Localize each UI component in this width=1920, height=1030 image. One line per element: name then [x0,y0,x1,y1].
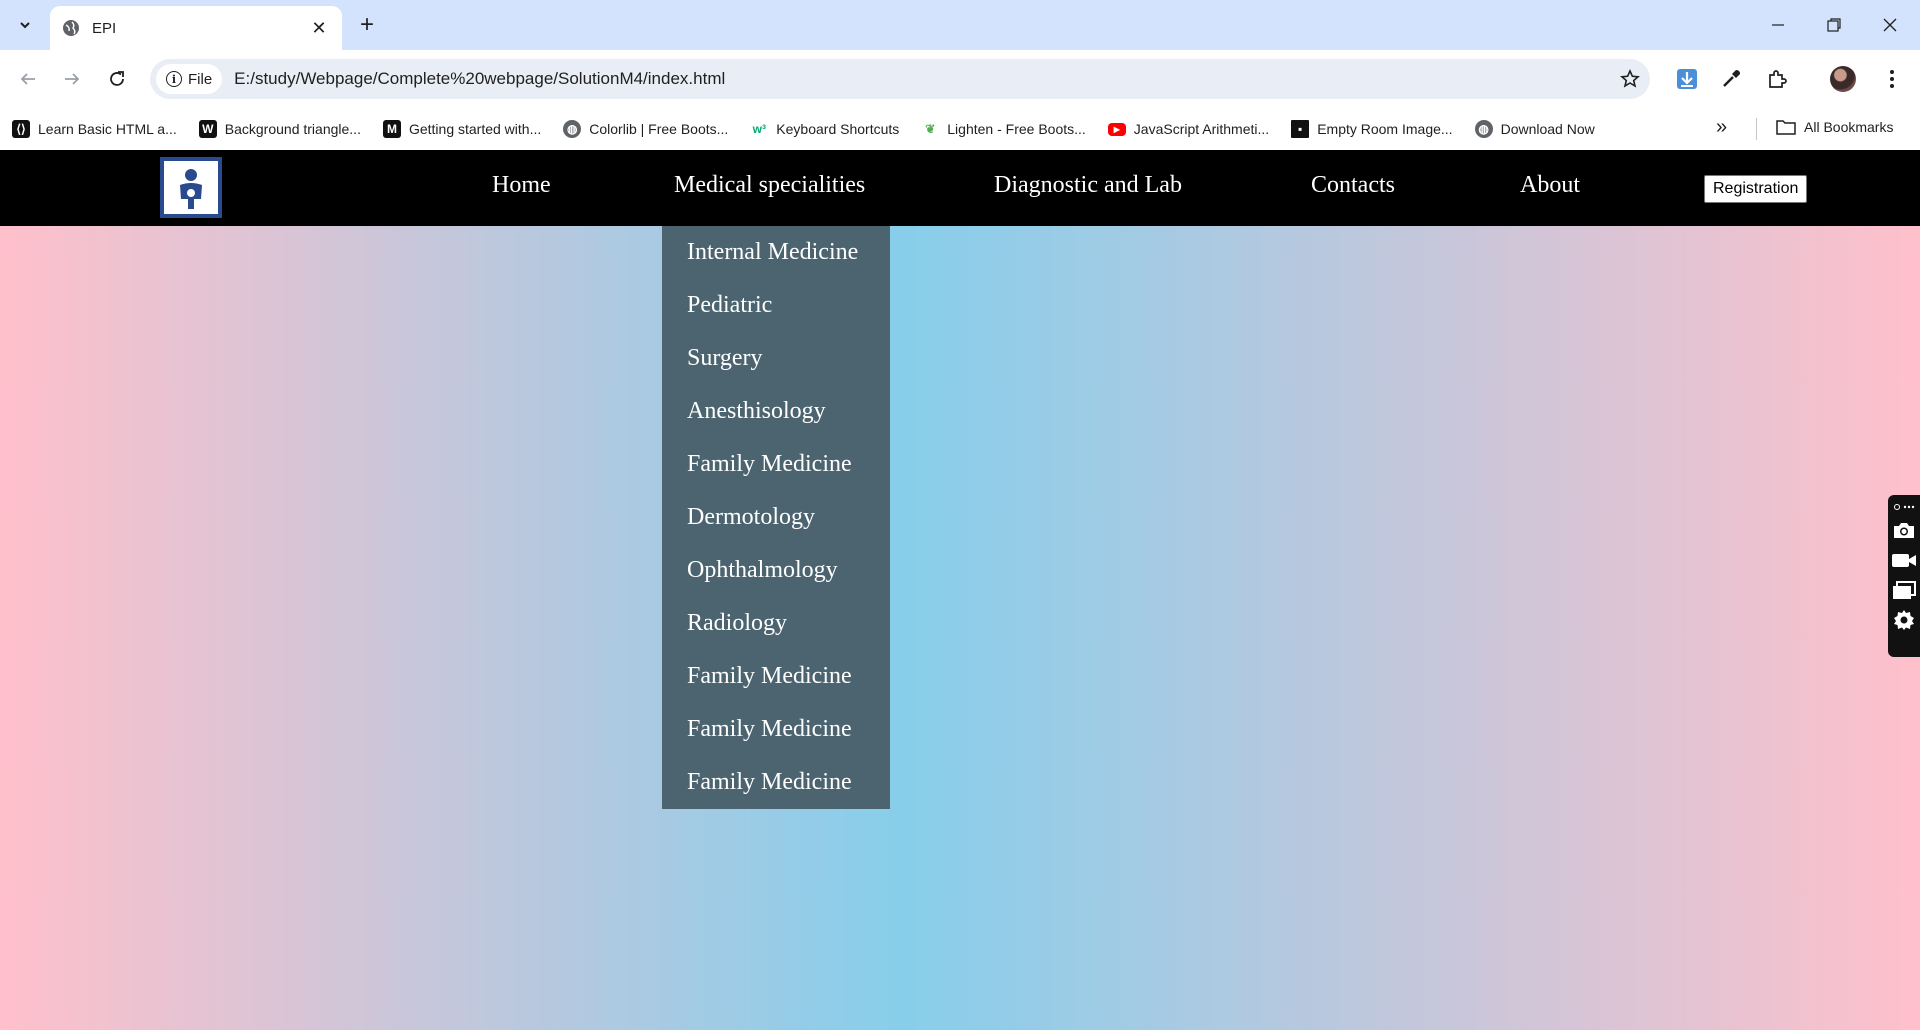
bookmark-star-button[interactable] [1610,59,1650,99]
url-text[interactable]: E:/study/Webpage/Complete%20webpage/Solu… [234,69,1610,89]
windows-icon[interactable] [1891,575,1917,605]
nav-about[interactable]: About [1520,172,1580,199]
m-icon: M [382,120,401,138]
dropdown-item-family-medicine[interactable]: Family Medicine [662,703,890,756]
bookmark-item[interactable]: M Getting started with... [382,120,542,138]
browser-toolbar: i File E:/study/Webpage/Complete%20webpa… [0,50,1920,108]
bookmark-label: Download Now [1500,121,1595,137]
bookmark-label: Keyboard Shortcuts [776,121,900,137]
new-tab-button[interactable]: + [352,10,382,40]
address-bar[interactable]: i File E:/study/Webpage/Complete%20webpa… [150,59,1650,99]
w3-icon: w³ [752,122,766,136]
specialities-dropdown: Internal Medicine Pediatric Surgery Anes… [662,226,890,809]
page-viewport: Home Medical specialities Diagnostic and… [0,150,1920,1030]
gear-icon[interactable] [1891,605,1917,635]
dropdown-item-ophthalmology[interactable]: Ophthalmology [662,544,890,597]
bookmark-item[interactable]: ▶ JavaScript Arithmeti... [1107,121,1270,137]
close-icon [1883,18,1897,32]
close-tab-icon[interactable]: ✕ [308,18,330,39]
dropdown-item-family-medicine[interactable]: Family Medicine [662,438,890,491]
extensions-button[interactable] [1761,63,1793,95]
all-bookmarks-button[interactable]: All Bookmarks [1776,119,1893,135]
camera-icon[interactable] [1891,515,1917,545]
bookmark-label: Learn Basic HTML a... [38,121,177,137]
w-icon: W [198,120,217,138]
dropdown-item-family-medicine[interactable]: Family Medicine [662,756,890,809]
arrow-left-icon [20,73,35,85]
restore-icon [1827,18,1841,32]
more-vert-icon [1890,70,1894,88]
more-bookmarks-icon[interactable]: » [1716,116,1727,139]
video-camera-icon[interactable] [1891,545,1917,575]
site-info-chip[interactable]: i File [156,64,223,94]
bookmark-item[interactable]: ❦ Lighten - Free Boots... [921,120,1086,138]
registration-button[interactable]: Registration [1704,175,1808,203]
info-icon: i [166,71,182,87]
chevron-down-icon [20,22,30,29]
profile-button[interactable] [1827,63,1859,95]
hospital-logo-icon [168,164,214,211]
dropdown-item-internal-medicine[interactable]: Internal Medicine [662,226,890,279]
nav-home[interactable]: Home [492,172,551,199]
folder-icon [1776,120,1796,135]
bookmark-label: Lighten - Free Boots... [947,121,1086,137]
tab-search-button[interactable] [8,10,42,40]
site-navbar: Home Medical specialities Diagnostic and… [0,150,1920,226]
bookmark-item[interactable]: ◍ Download Now [1474,120,1595,138]
globe-icon: ◍ [1474,120,1493,138]
bookmark-item[interactable]: w³ Keyboard Shortcuts [750,120,900,138]
minimize-button[interactable] [1750,0,1806,50]
site-logo[interactable] [160,157,222,218]
nav-medical-specialities[interactable]: Medical specialities [674,172,865,199]
tab-title: EPI [92,19,117,37]
dropdown-item-radiology[interactable]: Radiology [662,597,890,650]
globe-icon [63,20,79,36]
bookmark-item[interactable]: W Background triangle... [198,120,361,138]
widget-options-icon[interactable] [1891,499,1917,515]
puzzle-icon [1769,70,1787,88]
arrow-right-icon [65,73,80,85]
site-info-label: File [188,70,213,88]
screen-capture-widget [1888,495,1920,657]
all-bookmarks-label: All Bookmarks [1804,119,1894,135]
bookmark-label: Getting started with... [408,121,542,137]
globe-icon: ◍ [563,120,582,138]
dropdown-item-pediatric[interactable]: Pediatric [662,279,890,332]
minimize-icon [1772,24,1784,26]
close-window-button[interactable] [1862,0,1918,50]
bracket-icon: ⟨⟩ [12,120,30,138]
eyedropper-button[interactable] [1715,63,1747,95]
bookmark-label: Background triangle... [224,121,361,137]
menu-button[interactable] [1876,63,1908,95]
forward-button[interactable] [56,63,88,95]
leaf-icon: ❦ [925,122,936,136]
square-icon: ▪ [1291,120,1310,138]
reload-button[interactable] [101,63,133,95]
dropdown-item-family-medicine[interactable]: Family Medicine [662,650,890,703]
reload-icon [110,71,124,86]
back-button[interactable] [12,63,44,95]
bookmark-item[interactable]: ⟨⟩ Learn Basic HTML a... [12,120,177,138]
nav-diagnostic-lab[interactable]: Diagnostic and Lab [994,172,1182,199]
download-icon [1677,69,1697,89]
browser-tab[interactable]: EPI ✕ [50,6,342,50]
dropdown-item-dermotology[interactable]: Dermotology [662,491,890,544]
bookmark-label: Colorlib | Free Boots... [589,121,729,137]
eyedropper-icon [1723,70,1740,87]
dropdown-item-anesthisology[interactable]: Anesthisology [662,385,890,438]
dropdown-item-surgery[interactable]: Surgery [662,332,890,385]
star-icon [1620,69,1640,88]
restore-button[interactable] [1806,0,1862,50]
download-button[interactable] [1671,63,1703,95]
bookmark-item[interactable]: ◍ Colorlib | Free Boots... [563,120,728,138]
bookmark-label: Empty Room Image... [1317,121,1453,137]
nav-contacts[interactable]: Contacts [1311,172,1395,199]
bookmark-item[interactable]: ▪ Empty Room Image... [1291,120,1453,138]
youtube-icon: ▶ [1107,122,1126,136]
bookmark-label: JavaScript Arithmeti... [1133,121,1270,137]
bookmarks-divider [1756,118,1757,140]
bookmarks-bar: ⟨⟩ Learn Basic HTML a... W Background tr… [0,108,1920,150]
browser-tab-bar: EPI ✕ + [0,0,1920,50]
avatar [1830,66,1856,92]
